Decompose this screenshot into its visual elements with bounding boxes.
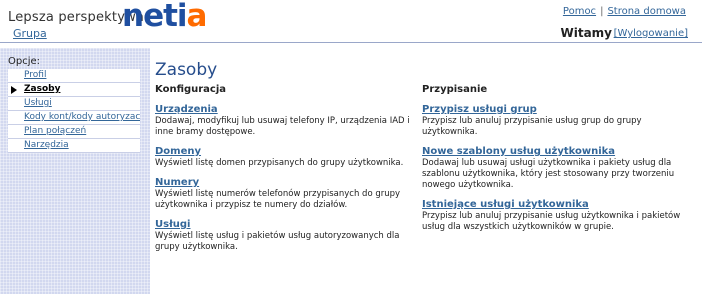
section-istniejace-uslugi: Istniejące usługi użytkownika Przypisz l… — [422, 199, 692, 233]
section-link[interactable]: Numery — [155, 177, 410, 188]
sidebar-item-label[interactable]: Usługi — [24, 98, 52, 108]
section-description: Przypisz lub anuluj przypisanie usług uż… — [422, 211, 681, 232]
sidebar-item-label[interactable]: Kody kont/kody autoryzacyjne — [24, 112, 140, 122]
top-links: Pomoc | Strona domowa — [562, 6, 686, 17]
section-przypisz-uslugi-grup: Przypisz usługi grup Przypisz lub anuluj… — [422, 104, 692, 138]
sidebar-menu: Profil Zasoby Usługi Kody kont/kody auto… — [8, 69, 140, 153]
assignment-column: Przypisanie Przypisz usługi grup Przypis… — [422, 84, 692, 241]
section-link[interactable]: Domeny — [155, 146, 410, 157]
sidebar-heading: Opcje: — [8, 56, 41, 67]
section-nowe-szablony: Nowe szablony usług użytkownika Dodawaj … — [422, 146, 692, 191]
section-link[interactable]: Przypisz usługi grup — [422, 104, 692, 115]
sidebar-item-zasoby[interactable]: Zasoby — [8, 83, 140, 97]
sidebar-item-label[interactable]: Narzędzia — [24, 140, 69, 150]
section-domeny: Domeny Wyświetl listę domen przypisanych… — [155, 146, 410, 169]
section-numery: Numery Wyświetl listę numerów telefonów … — [155, 177, 410, 211]
section-urzadzenia: Urządzenia Dodawaj, modyfikuj lub usuwaj… — [155, 104, 410, 138]
section-description: Przypisz lub anuluj przypisanie usług gr… — [422, 116, 642, 137]
configuration-column: Konfiguracja Urządzenia Dodawaj, modyfik… — [155, 84, 410, 261]
header-divider — [0, 42, 702, 43]
group-link[interactable]: Grupa — [13, 27, 47, 40]
logout-link[interactable]: [Wylogowanie] — [614, 28, 688, 39]
section-link[interactable]: Istniejące usługi użytkownika — [422, 199, 692, 210]
header: Lepsza perspektywa netia Pomoc | Strona do… — [0, 0, 702, 44]
sidebar-item-narzedzia[interactable]: Narzędzia — [8, 139, 140, 153]
sidebar-item-label[interactable]: Zasoby — [24, 84, 60, 94]
section-link[interactable]: Urządzenia — [155, 104, 410, 115]
section-description: Dodawaj, modyfikuj lub usuwaj telefony I… — [155, 116, 410, 137]
section-uslugi: Usługi Wyświetl listę usług i pakietów u… — [155, 219, 410, 253]
section-link[interactable]: Nowe szablony usług użytkownika — [422, 146, 692, 157]
current-page-arrow-icon — [11, 86, 17, 94]
section-description: Wyświetl listę numerów telefonów przypis… — [155, 189, 401, 210]
section-link[interactable]: Usługi — [155, 219, 410, 230]
section-description: Dodawaj lub usuwaj usługi użytkownika i … — [422, 158, 675, 190]
sidebar-item-label[interactable]: Profil — [24, 70, 46, 80]
sidebar-item-plan-polaczen[interactable]: Plan połączeń — [8, 125, 140, 139]
page-title: Zasoby — [155, 60, 218, 80]
sidebar-item-kody[interactable]: Kody kont/kody autoryzacyjne — [8, 111, 140, 125]
help-link[interactable]: Pomoc — [563, 6, 596, 17]
sidebar-item-uslugi[interactable]: Usługi — [8, 97, 140, 111]
section-description: Wyświetl listę domen przypisanych do gru… — [155, 158, 404, 168]
home-page-link[interactable]: Strona domowa — [607, 6, 686, 17]
column-heading: Konfiguracja — [155, 84, 227, 95]
netia-logo[interactable]: netia — [122, 0, 207, 34]
sidebar-item-label[interactable]: Plan połączeń — [24, 126, 86, 136]
welcome-text: Witamy — [560, 26, 612, 40]
sidebar: Opcje: Profil Zasoby Usługi Kody kont/ko… — [0, 48, 150, 294]
section-description: Wyświetl listę usług i pakietów usług au… — [155, 231, 400, 252]
column-heading: Przypisanie — [422, 84, 488, 95]
sidebar-item-profil[interactable]: Profil — [8, 69, 140, 83]
